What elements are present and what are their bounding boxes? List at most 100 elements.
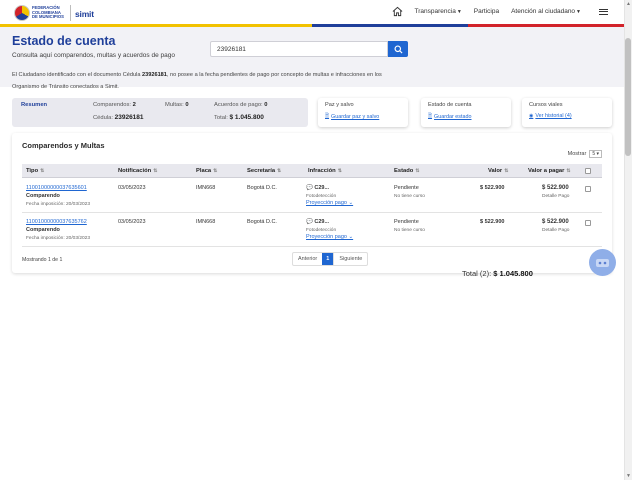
- acuerdos-count: Acuerdos de pago: 0: [214, 102, 268, 108]
- pagination: Anterior 1 Siguiente: [292, 252, 369, 266]
- secretaria-value: Bogotá D.C.: [247, 185, 277, 191]
- pagination-info: Mostrando 1 de 1: [22, 257, 63, 263]
- row-checkbox[interactable]: [585, 186, 591, 192]
- page-title: Estado de cuenta: [12, 34, 116, 48]
- info-part2: , no posee a la fecha pendientes de pago…: [166, 72, 382, 78]
- guardar-paz-label: Guardar paz y salvo: [331, 114, 380, 120]
- simit-brand: simit: [75, 4, 94, 22]
- col-valor-pagar[interactable]: Valor a pagar ⇅: [528, 168, 571, 174]
- guardar-estado-link[interactable]: 🗎 Guardar estado: [428, 113, 472, 121]
- simit-wordmark: simit: [75, 9, 94, 19]
- document-icon: 🗎: [428, 113, 433, 119]
- nav-participa[interactable]: Participa: [474, 8, 499, 15]
- search-button[interactable]: [388, 41, 408, 57]
- paz-y-salvo-card: Paz y salvo 🗎 Guardar paz y salvo: [318, 98, 408, 127]
- ver-historial-link[interactable]: ◉ Ver historial (4): [529, 113, 572, 119]
- nav-transparencia-label: Transparencia: [414, 8, 456, 15]
- vertical-scrollbar[interactable]: ▲ ▼: [624, 0, 632, 480]
- estado-sub: No tiene curso: [394, 228, 425, 233]
- caret-down-icon: ▼: [456, 8, 462, 15]
- placa-value: IMN668: [196, 219, 216, 225]
- col-estado[interactable]: Estado ⇅: [394, 168, 420, 174]
- infraccion-value[interactable]: 💬 C29...: [306, 219, 329, 226]
- logo-divider: [70, 5, 71, 21]
- estado-cuenta-title: Estado de cuenta: [428, 102, 472, 108]
- eye-icon: ◉: [529, 113, 534, 119]
- hamburger-menu-icon[interactable]: [599, 7, 608, 16]
- home-icon[interactable]: [392, 6, 403, 17]
- table-row: 11001000000037635762 Comparendo Fecha im…: [22, 214, 602, 247]
- info-doc-number: 23926181: [142, 72, 167, 78]
- valor-value: $ 522.900: [480, 185, 505, 191]
- nav-atencion-label: Atención al ciudadano: [511, 8, 576, 15]
- col-tipo[interactable]: Tipo ⇅: [26, 168, 44, 174]
- info-doc-type: Cédula: [122, 72, 141, 78]
- scroll-down-icon[interactable]: ▼: [626, 473, 631, 479]
- col-secretaria[interactable]: Secretaría ⇅: [247, 168, 281, 174]
- cedula-value: Cédula: 23926181: [93, 114, 144, 121]
- infraccion-sub: Fotodetección: [306, 194, 337, 199]
- chevron-down-icon: ⌄: [348, 234, 354, 240]
- table-row: 11001000000037635601 Comparendo Fecha im…: [22, 180, 602, 213]
- select-all-checkbox[interactable]: [585, 168, 591, 174]
- chat-icon: 💬: [306, 219, 313, 225]
- cursos-viales-card: Cursos viales ◉ Ver historial (4): [522, 98, 612, 127]
- detalle-pago-link[interactable]: Detalle Pago: [542, 227, 569, 234]
- infraccion-sub: Fotodetección: [306, 228, 337, 233]
- notificacion-value: 03/05/2023: [118, 185, 146, 191]
- comparendos-count: Comparendos: 2: [93, 102, 136, 108]
- search-input[interactable]: 23926181: [210, 41, 388, 57]
- next-page-button[interactable]: Siguiente: [333, 253, 367, 265]
- placa-value: IMN668: [196, 185, 216, 191]
- comparendo-number-link[interactable]: 11001000000037635601: [26, 185, 87, 192]
- comparendos-table-card: Comparendos y Multas Mostrar 5 ▾ Tipo ⇅ No…: [12, 133, 612, 273]
- scrollbar-thumb[interactable]: [625, 38, 631, 156]
- cursos-viales-title: Cursos viales: [529, 102, 563, 108]
- main-nav: Transparencia ▼ Participa Atención al ciu…: [392, 6, 608, 17]
- chevron-down-icon: ⌄: [348, 200, 354, 206]
- nav-atencion[interactable]: Atención al ciudadano ▼: [511, 8, 581, 15]
- caret-down-icon: ▼: [576, 8, 581, 15]
- col-infraccion[interactable]: Infracción ⇅: [308, 168, 342, 174]
- scroll-up-icon[interactable]: ▲: [626, 1, 631, 7]
- summary-total: Total: $ 1.045.800: [214, 114, 264, 121]
- summary-card: Resumen Comparendos: 2 Multas: 0 Acuerdo…: [12, 98, 308, 127]
- secretaria-value: Bogotá D.C.: [247, 219, 277, 225]
- infraccion-value[interactable]: 💬 C29...: [306, 185, 329, 192]
- proyeccion-pago-link[interactable]: Proyección pago ⌄: [306, 200, 353, 207]
- col-notificacion[interactable]: Notificación ⇅: [118, 168, 157, 174]
- grand-total: Total (2): $ 1.045.800: [462, 269, 533, 278]
- nav-transparencia[interactable]: Transparencia ▼: [415, 8, 462, 15]
- guardar-paz-y-salvo-link[interactable]: 🗎 Guardar paz y salvo: [325, 113, 379, 121]
- valor-value: $ 522.900: [480, 219, 505, 225]
- multas-count: Multas: 0: [165, 102, 189, 108]
- nav-participa-label: Participa: [473, 8, 500, 15]
- chat-widget-button[interactable]: [589, 249, 616, 276]
- estado-value: Pendiente: [394, 219, 419, 225]
- detalle-pago-link[interactable]: Detalle Pago: [542, 193, 569, 200]
- row-checkbox[interactable]: [585, 220, 591, 226]
- page-1-button[interactable]: 1: [322, 253, 334, 265]
- page-subtitle: Consulta aquí comparendos, multas y acue…: [12, 52, 175, 59]
- page-size-value[interactable]: 5 ▾: [589, 150, 602, 158]
- col-placa[interactable]: Placa ⇅: [196, 168, 217, 174]
- search-icon: [393, 44, 403, 54]
- simit-logo[interactable]: FEDERACIÓN COLOMBIANA DE MUNICIPIOS simi…: [14, 3, 94, 23]
- fecha-imposicion: Fecha imposición: 20/03/2023: [26, 202, 90, 207]
- prev-page-button[interactable]: Anterior: [293, 253, 322, 265]
- estado-value: Pendiente: [394, 185, 419, 191]
- col-valor[interactable]: Valor ⇅: [488, 168, 508, 174]
- proyeccion-pago-link[interactable]: Proyección pago ⌄: [306, 234, 353, 241]
- org-name: FEDERACIÓN COLOMBIANA DE MUNICIPIOS: [32, 5, 64, 20]
- summary-label: Resumen: [21, 102, 48, 108]
- fecha-imposicion: Fecha imposición: 20/03/2023: [26, 236, 90, 241]
- info-part3: Organismo de Tránsito conectados a Simit…: [12, 84, 119, 90]
- comparendo-number-link[interactable]: 11001000000037635762: [26, 219, 87, 226]
- chat-icon: 💬: [306, 185, 313, 191]
- table-title: Comparendos y Multas: [22, 141, 105, 150]
- robot-icon: [596, 258, 609, 267]
- fcm-logo-icon: [14, 5, 30, 21]
- mostrar-label: Mostrar: [567, 151, 587, 157]
- top-navbar: FEDERACIÓN COLOMBIANA DE MUNICIPIOS simi…: [0, 0, 624, 26]
- page-size-select[interactable]: Mostrar 5 ▾: [568, 150, 602, 158]
